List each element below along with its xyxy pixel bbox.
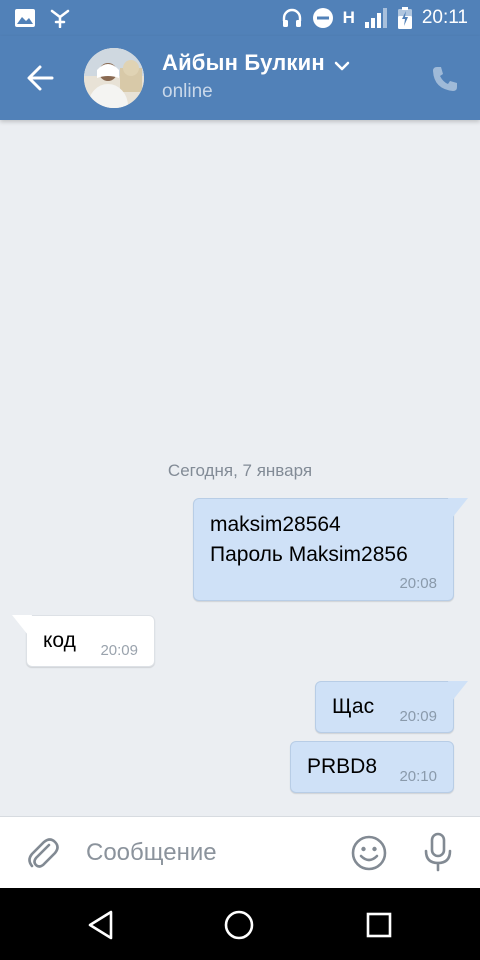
contact-name[interactable]: Айбын Булкин (162, 50, 325, 76)
network-type: H (342, 8, 355, 27)
emoji-icon[interactable] (350, 834, 388, 872)
headphones-icon (282, 8, 301, 27)
message-time: 20:09 (399, 708, 437, 725)
nav-home-icon[interactable] (222, 908, 256, 942)
signal-icon (364, 8, 387, 28)
message-text: Щас (332, 695, 375, 718)
status-time: 20:11 (421, 7, 468, 28)
status-left-icons (14, 8, 70, 28)
message-input[interactable] (86, 837, 336, 869)
phone-icon[interactable] (430, 64, 460, 94)
paperclip-icon[interactable] (26, 835, 60, 871)
back-arrow-icon[interactable] (22, 60, 60, 96)
date-separator: Сегодня, 7 января (167, 461, 313, 480)
battery-charging-icon (397, 7, 412, 29)
status-bar: H 20:11 (0, 0, 480, 36)
app-notification-icon (50, 9, 70, 28)
system-nav-bar (0, 888, 480, 960)
bubble-tail (448, 498, 468, 518)
contact-status: online (162, 81, 213, 102)
do-not-disturb-icon (312, 8, 333, 28)
message-time: 20:09 (100, 642, 138, 659)
message-time: 20:10 (399, 768, 437, 785)
message-text: код (43, 629, 76, 652)
microphone-icon[interactable] (421, 832, 455, 872)
bubble-tail (448, 681, 468, 701)
message-input-bar (0, 816, 480, 889)
avatar[interactable] (84, 48, 144, 108)
message-bubble-outgoing[interactable]: PRBD8 20:10 (290, 741, 454, 793)
nav-back-icon[interactable] (85, 908, 119, 942)
nav-recents-icon[interactable] (362, 908, 396, 942)
image-icon (15, 9, 35, 27)
bubble-tail (12, 615, 32, 635)
chevron-down-icon[interactable] (333, 60, 351, 72)
message-time: 20:08 (399, 575, 437, 592)
message-text: maksim28564 Пароль Maksim2856 (210, 513, 408, 566)
status-right: H 20:11 (281, 6, 468, 30)
avatar-image (84, 48, 144, 108)
message-bubble-outgoing[interactable]: maksim28564 Пароль Maksim2856 20:08 (193, 498, 454, 601)
message-text: PRBD8 (307, 755, 378, 778)
chat-header: Айбын Булкин online (0, 36, 480, 120)
message-bubble-outgoing[interactable]: Щас 20:09 (315, 681, 454, 733)
message-bubble-incoming[interactable]: код 20:09 (26, 615, 155, 667)
